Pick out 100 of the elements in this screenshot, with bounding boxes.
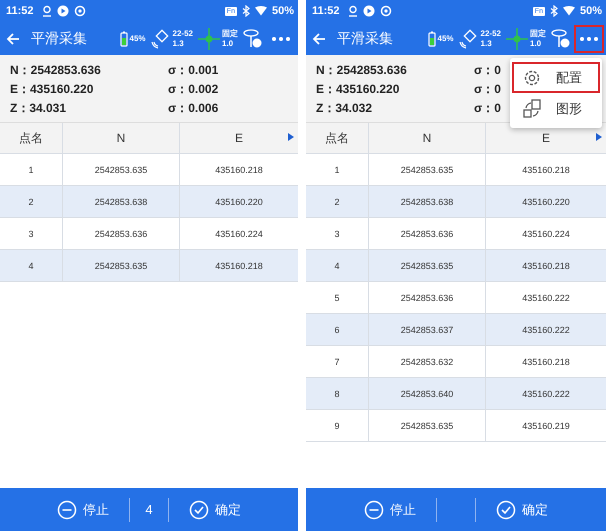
table-cell: 2542853.632	[400, 356, 454, 366]
coordinate-value: Z：34.031	[10, 100, 68, 117]
table-cell: 3	[28, 228, 34, 238]
table-cell: 2542853.638	[400, 196, 454, 206]
table-cell: 2542853.636	[400, 228, 454, 238]
back-arrow-icon[interactable]	[312, 32, 326, 44]
sigma-value: σ：0	[474, 100, 501, 117]
stop-button[interactable]: 停止	[358, 496, 422, 524]
coordinate-value: E：435160.220	[316, 81, 400, 98]
play-icon	[56, 5, 69, 17]
table-row[interactable]: 3 2542853.636 435160.224	[0, 218, 298, 250]
scroll-right-icon[interactable]	[288, 133, 294, 141]
back-arrow-icon[interactable]	[6, 32, 20, 44]
satellite-count: 22-52	[172, 28, 193, 38]
column-header: 点名	[19, 130, 43, 146]
wifi-icon	[254, 6, 267, 16]
table-cell: 1	[28, 164, 34, 174]
table-cell: 435160.222	[522, 388, 570, 398]
table-cell: 4	[334, 260, 340, 270]
table-cell: 2542853.636	[400, 292, 454, 302]
table-cell: 435160.218	[522, 164, 570, 174]
table-cell: 435160.222	[522, 292, 570, 302]
table-row[interactable]: 6 2542853.637 435160.222	[306, 314, 606, 346]
column-header: 点名	[325, 130, 349, 146]
coordinate-value: N：2542853.636	[316, 62, 408, 79]
minus-circle-icon	[57, 500, 77, 520]
table-cell: 2	[28, 196, 34, 206]
pdop-value: 1.3	[480, 38, 493, 48]
table-cell: 435160.218	[215, 260, 263, 270]
point-count: 4	[144, 502, 154, 517]
fix-status: 固定	[530, 28, 546, 38]
clock: 11:52	[312, 5, 340, 17]
bluetooth-icon	[242, 5, 250, 17]
scroll-right-icon[interactable]	[596, 133, 602, 141]
confirm-button[interactable]: 确定	[490, 496, 554, 524]
confirm-button[interactable]: 确定	[183, 496, 247, 524]
table-cell: 8	[334, 388, 340, 398]
battery-level: 50%	[272, 5, 294, 17]
age-value: 1.0	[530, 38, 542, 48]
coordinate-value: Z：34.032	[316, 100, 374, 117]
screen-title: 平滑采集	[31, 30, 88, 48]
table-cell: 1	[334, 164, 340, 174]
receiver-icon[interactable]	[243, 28, 263, 48]
more-icon[interactable]	[576, 26, 602, 50]
menu-item[interactable]: 配置	[512, 62, 600, 93]
table-cell: 4	[28, 260, 34, 270]
table-cell: 2	[334, 196, 340, 206]
table-cell: 2542853.635	[400, 420, 454, 430]
table-cell: 2542853.636	[94, 228, 148, 238]
sync-icon	[380, 5, 392, 17]
satellite-icon	[458, 28, 479, 48]
table-row[interactable]: 4 2542853.635 435160.218	[0, 250, 298, 282]
table-row[interactable]: 3 2542853.636 435160.224	[306, 218, 606, 250]
table-cell: 435160.224	[215, 228, 263, 238]
table-cell: 2542853.635	[94, 260, 148, 270]
coordinate-value: E：435160.220	[10, 81, 94, 98]
table-cell: 2542853.640	[400, 388, 454, 398]
play-icon	[362, 5, 375, 17]
table-cell: 435160.224	[522, 228, 570, 238]
sigma-value: σ：0	[474, 62, 501, 79]
sigma-value: σ：0.001	[168, 62, 218, 79]
column-header: N	[116, 131, 126, 145]
clock: 11:52	[6, 5, 34, 17]
receiver-icon[interactable]	[551, 28, 571, 48]
table-row[interactable]: 4 2542853.635 435160.218	[306, 250, 606, 282]
check-circle-icon	[189, 500, 209, 520]
satellite-count: 22-52	[480, 28, 501, 38]
table-row[interactable]: 7 2542853.632 435160.218	[306, 346, 606, 378]
menu-item[interactable]: 图形	[512, 93, 600, 124]
table-row[interactable]: 2 2542853.638 435160.220	[0, 186, 298, 218]
column-header: N	[422, 131, 432, 145]
table-cell: 435160.222	[522, 324, 570, 334]
table-row[interactable]: 2 2542853.638 435160.220	[306, 186, 606, 218]
swap-document-icon	[522, 98, 542, 118]
table-cell: 435160.219	[522, 420, 570, 430]
table-cell: 5	[334, 292, 340, 302]
pdop-value: 1.3	[172, 38, 185, 48]
table-cell: 435160.218	[522, 260, 570, 270]
table-row[interactable]: 5 2542853.636 435160.222	[306, 282, 606, 314]
crosshair-icon	[198, 28, 220, 50]
battery-level: 50%	[580, 5, 602, 17]
table-row[interactable]: 8 2542853.640 435160.222	[306, 378, 606, 410]
location-icon	[42, 5, 52, 17]
table-cell: 2542853.637	[400, 324, 454, 334]
fix-status: 固定	[222, 28, 238, 38]
table-cell: 3	[334, 228, 340, 238]
stop-button[interactable]: 停止	[51, 496, 115, 524]
column-header: E	[234, 131, 243, 145]
sigma-value: σ：0.002	[168, 81, 218, 98]
table-row[interactable]: 1 2542853.635 435160.218	[306, 154, 606, 186]
bluetooth-icon	[550, 5, 558, 17]
battery-percent: 45%	[130, 34, 146, 43]
satellite-icon	[150, 28, 171, 48]
battery-percent: 45%	[438, 34, 454, 43]
minus-circle-icon	[364, 500, 384, 520]
table-cell: 435160.218	[215, 164, 263, 174]
crosshair-icon	[506, 28, 528, 50]
coordinate-value: N：2542853.636	[10, 62, 102, 79]
table-row[interactable]: 1 2542853.635 435160.218	[0, 154, 298, 186]
table-row[interactable]: 9 2542853.635 435160.219	[306, 410, 606, 442]
